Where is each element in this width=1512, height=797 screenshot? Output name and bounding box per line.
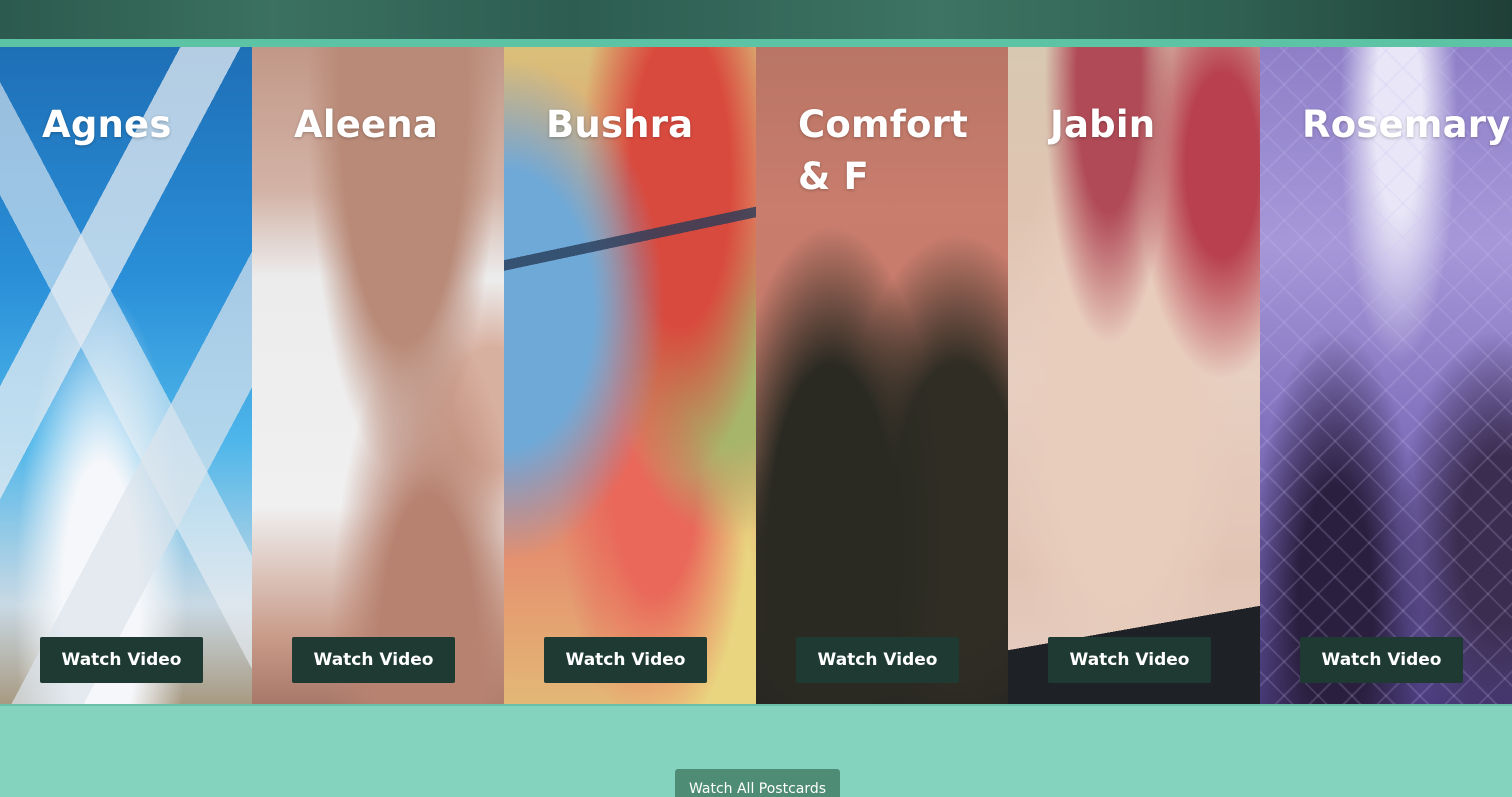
watch-video-button[interactable]: Watch Video	[292, 637, 455, 683]
postcard-panel-rosemary[interactable]: Rosemary Watch Video	[1260, 47, 1512, 704]
watch-video-button[interactable]: Watch Video	[1048, 637, 1211, 683]
postcard-panel-aleena[interactable]: Aleena Watch Video	[252, 47, 504, 704]
postcard-panel-comfort[interactable]: Comfort & F Watch Video	[756, 47, 1008, 704]
postcard-title: Comfort & F	[798, 103, 968, 198]
postcard-panel-jabin[interactable]: Jabin Watch Video	[1008, 47, 1260, 704]
postcard-title: Jabin	[1050, 103, 1156, 146]
postcard-title: Agnes	[42, 103, 172, 146]
watch-video-button[interactable]: Watch Video	[1300, 637, 1463, 683]
watch-video-button[interactable]: Watch Video	[544, 637, 707, 683]
postcard-gallery: Agnes Watch Video Aleena Watch Video Bus…	[0, 47, 1512, 704]
postcard-title: Aleena	[294, 103, 439, 146]
postcard-panel-bushra[interactable]: Bushra Watch Video	[504, 47, 756, 704]
postcard-title: Bushra	[546, 103, 694, 146]
header-accent-stripe	[0, 39, 1512, 47]
watch-video-button[interactable]: Watch Video	[40, 637, 203, 683]
postcard-title: Rosemary	[1302, 103, 1511, 146]
top-header-bar	[0, 0, 1512, 39]
postcard-panel-agnes[interactable]: Agnes Watch Video	[0, 47, 252, 704]
watch-video-button[interactable]: Watch Video	[796, 637, 959, 683]
watch-all-postcards-button[interactable]: Watch All Postcards	[675, 769, 840, 797]
